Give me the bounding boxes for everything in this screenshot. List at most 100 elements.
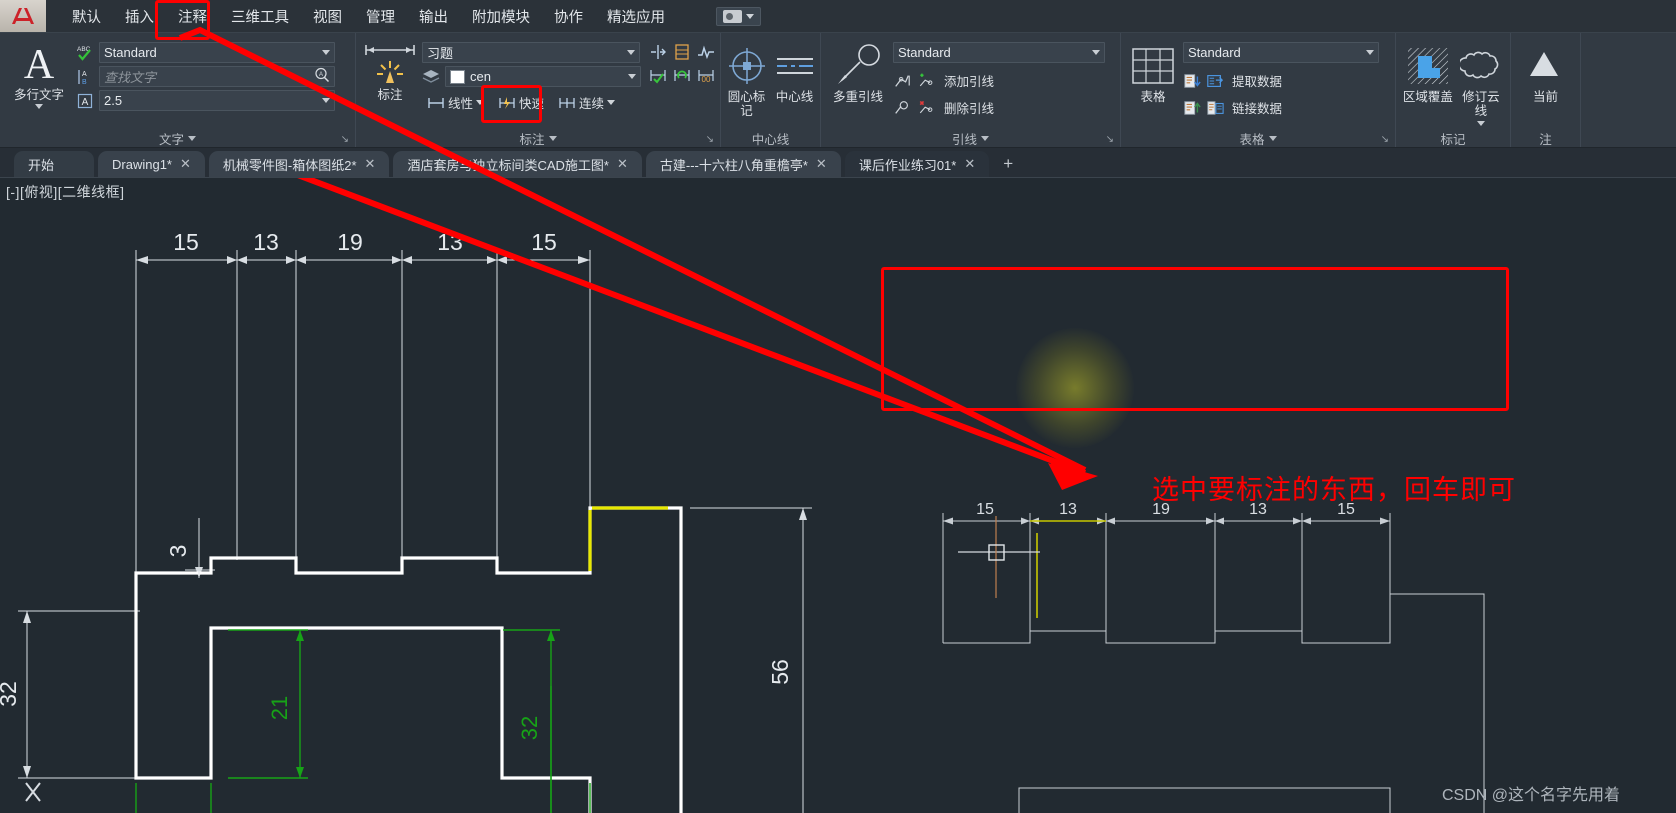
chevron-down-icon xyxy=(1476,120,1485,126)
file-tab-ancient-pavilion[interactable]: 古建---十六柱八角重檐亭* ✕ xyxy=(645,151,841,177)
chevron-down-icon[interactable] xyxy=(981,135,989,141)
panel-title-text-label: 文字 xyxy=(158,132,184,147)
file-tab-drawing1[interactable]: Drawing1* ✕ xyxy=(98,151,205,177)
panel-dialog-launcher[interactable]: ↘ xyxy=(341,134,349,145)
table-button[interactable]: 表格 xyxy=(1127,41,1179,104)
center-mark-button[interactable]: 圆心标记 xyxy=(725,41,769,119)
chevron-down-icon xyxy=(1092,50,1100,55)
panel-dialog-launcher[interactable]: ↘ xyxy=(1381,134,1389,145)
file-tab-mechanical-part[interactable]: 机械零件图-箱体图纸2* ✕ xyxy=(208,151,390,177)
ribbon-panel-leader: 多重引线 Standard 添加引线 删除引线 引线 ↘ xyxy=(821,33,1121,147)
multiline-text-button[interactable]: A 多行文字 xyxy=(6,39,72,110)
centerline-button[interactable]: 中心线 xyxy=(773,41,817,104)
chevron-down-icon[interactable] xyxy=(476,100,485,105)
align-leader-icon[interactable] xyxy=(893,72,911,90)
remove-leader-icon[interactable] xyxy=(917,99,935,117)
remove-leader-button[interactable]: 删除引线 xyxy=(941,97,997,118)
camera-icon xyxy=(723,9,742,23)
upload-data-icon[interactable] xyxy=(1183,99,1201,117)
file-tab-hotel-suite[interactable]: 酒店套房与独立标间类CAD施工图* ✕ xyxy=(393,151,642,177)
leader-style-value: Standard xyxy=(898,45,951,60)
selection-glow xyxy=(1016,328,1134,448)
red-annotation-arrow xyxy=(297,178,1095,490)
find-text-input[interactable]: 查找文字 A xyxy=(99,66,335,87)
menu-item-output[interactable]: 输出 xyxy=(407,3,460,30)
menu-item-3dtools[interactable]: 三维工具 xyxy=(219,3,301,30)
table-label: 表格 xyxy=(1140,90,1166,104)
part-outline-main xyxy=(134,506,683,813)
close-icon[interactable]: ✕ xyxy=(816,156,827,172)
ucs-marker xyxy=(25,782,41,802)
linear-dimension-button[interactable]: 线性 xyxy=(424,92,487,113)
dim-top-15-left: 15 xyxy=(173,229,199,255)
text-style-icon: ABC xyxy=(76,44,94,62)
menu-item-insert[interactable]: 插入 xyxy=(113,3,166,30)
dimension-reassociate-icon[interactable] xyxy=(673,67,691,85)
add-leader-button[interactable]: 添加引线 xyxy=(941,70,997,91)
dimension-style-combo[interactable]: 习题 xyxy=(422,42,640,63)
wipeout-button[interactable]: 区域覆盖 xyxy=(1402,41,1454,104)
svg-text:A: A xyxy=(82,71,87,78)
file-tab-label: 酒店套房与独立标间类CAD施工图* xyxy=(407,157,609,173)
revision-cloud-button[interactable]: 修订云线 xyxy=(1458,41,1504,126)
ribbon-panel-annotation-scaling: 当前 注 xyxy=(1511,33,1581,147)
revision-cloud-label: 修订云线 xyxy=(1462,90,1500,119)
chevron-down-icon[interactable] xyxy=(548,135,557,141)
linear-dimension-label: 线性 xyxy=(448,97,474,111)
app-logo[interactable] xyxy=(0,0,46,32)
menu-item-addins[interactable]: 附加模块 xyxy=(460,3,542,30)
panel-dialog-launcher[interactable]: ↘ xyxy=(706,134,714,145)
dimension-inspect-icon[interactable]: 00 xyxy=(697,67,715,85)
file-tab-start[interactable]: 开始 xyxy=(14,151,95,177)
right-selected-yellow xyxy=(1030,520,1106,618)
menu-item-manage[interactable]: 管理 xyxy=(354,3,407,30)
text-style-value: Standard xyxy=(104,45,157,60)
close-icon[interactable]: ✕ xyxy=(180,156,191,172)
panel-dialog-launcher[interactable]: ↘ xyxy=(1106,134,1114,145)
menu-item-annotate[interactable]: 注释 xyxy=(166,3,219,30)
extract-data-icon[interactable] xyxy=(1206,72,1224,90)
close-icon[interactable]: ✕ xyxy=(617,156,628,172)
collect-leader-icon[interactable] xyxy=(893,99,911,117)
chevron-down-icon[interactable] xyxy=(188,135,196,141)
menu-item-collaborate[interactable]: 协作 xyxy=(542,3,595,30)
chevron-down-icon xyxy=(35,104,43,110)
link-data-icon[interactable] xyxy=(1206,99,1224,117)
quick-dimension-button[interactable]: 快速 xyxy=(495,92,547,113)
dimension-button[interactable]: 标注 xyxy=(362,39,418,102)
text-style-combo[interactable]: Standard xyxy=(99,42,335,63)
text-height-combo[interactable]: 2.5 xyxy=(99,90,335,111)
panel-title-leader: 引线 xyxy=(821,129,1120,147)
chevron-down-icon xyxy=(746,13,754,19)
dimension-break-icon[interactable] xyxy=(649,43,667,61)
annotation-scale-button[interactable]: 当前 xyxy=(1517,41,1574,104)
close-icon[interactable]: ✕ xyxy=(964,156,975,172)
file-tab-homework-01[interactable]: 课后作业练习01* ✕ xyxy=(844,151,990,177)
workspace-switch-button[interactable] xyxy=(716,6,761,26)
drawing-canvas[interactable]: [-][俯视][二维线框] 15 13 19 13 15 3 32 56 21 … xyxy=(0,178,1676,813)
multiline-text-label: 多行文字 xyxy=(13,88,64,102)
add-leader-icon[interactable] xyxy=(917,72,935,90)
centerline-label: 中心线 xyxy=(775,90,814,104)
find-text-search-icon[interactable]: A xyxy=(314,67,330,86)
link-data-button[interactable]: 链接数据 xyxy=(1229,97,1285,118)
multileader-button[interactable]: 多重引线 xyxy=(827,41,889,104)
menu-item-view[interactable]: 视图 xyxy=(301,3,354,30)
dimension-layer-combo[interactable]: cen xyxy=(445,66,641,87)
panel-title-dimension-label: 标注 xyxy=(519,132,545,147)
table-style-combo[interactable]: Standard xyxy=(1183,42,1379,63)
chevron-down-icon[interactable] xyxy=(1268,135,1277,141)
menu-item-featured-apps[interactable]: 精选应用 xyxy=(595,3,677,30)
new-tab-button[interactable]: + xyxy=(993,154,1023,177)
leader-style-combo[interactable]: Standard xyxy=(893,42,1105,63)
extract-data-button[interactable]: 提取数据 xyxy=(1229,70,1285,91)
insert-data-icon[interactable] xyxy=(1183,72,1201,90)
chevron-down-icon[interactable] xyxy=(607,100,616,105)
menu-item-default[interactable]: 默认 xyxy=(60,3,113,30)
close-icon[interactable]: ✕ xyxy=(365,156,376,172)
dimension-jog-icon[interactable] xyxy=(697,43,715,61)
dimension-tolerance-icon[interactable] xyxy=(673,43,691,61)
continue-dimension-button[interactable]: 连续 xyxy=(555,92,618,113)
dimension-update-icon[interactable] xyxy=(649,67,667,85)
svg-text:A: A xyxy=(82,97,89,108)
